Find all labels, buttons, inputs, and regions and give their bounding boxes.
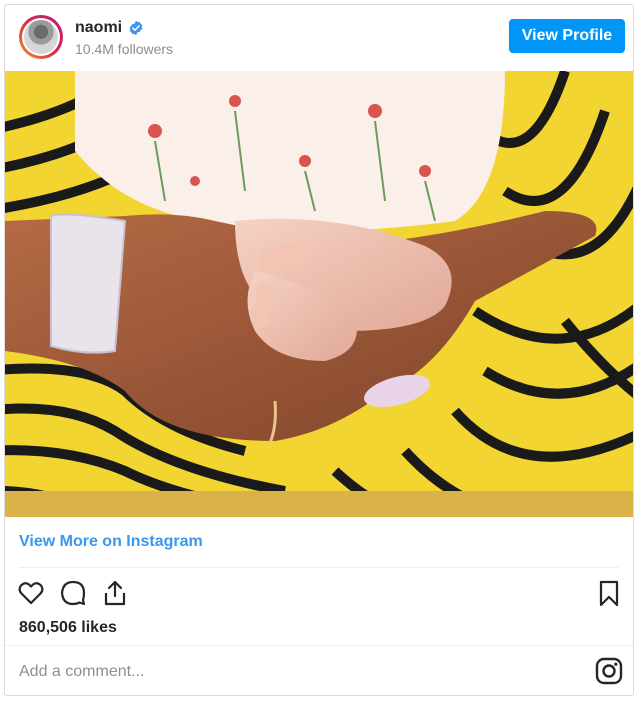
username-row: naomi xyxy=(75,19,144,37)
view-more-link[interactable]: View More on Instagram xyxy=(19,533,203,551)
avatar-photo xyxy=(24,20,58,54)
post-image[interactable] xyxy=(5,71,633,517)
verified-badge-icon xyxy=(129,20,143,36)
share-icon[interactable] xyxy=(101,579,129,607)
comment-bubble-icon[interactable] xyxy=(59,579,87,607)
instagram-embed-card: naomi 10.4M followers View Profile View … xyxy=(4,4,634,696)
avatar[interactable] xyxy=(19,15,63,59)
action-bar xyxy=(5,575,633,615)
followers-count: 10.4M followers xyxy=(75,41,174,57)
divider xyxy=(19,567,619,568)
post-header: naomi 10.4M followers View Profile xyxy=(5,5,633,71)
likes-count[interactable]: 860,506 likes xyxy=(19,619,117,637)
instagram-logo-icon[interactable] xyxy=(595,657,623,685)
username[interactable]: naomi xyxy=(75,19,122,37)
avatar-image xyxy=(22,18,60,56)
view-profile-button[interactable]: View Profile xyxy=(509,19,625,53)
bookmark-icon[interactable] xyxy=(595,579,623,607)
comment-input[interactable]: Add a comment... xyxy=(19,663,144,681)
divider xyxy=(5,645,633,646)
heart-icon[interactable] xyxy=(17,579,45,607)
